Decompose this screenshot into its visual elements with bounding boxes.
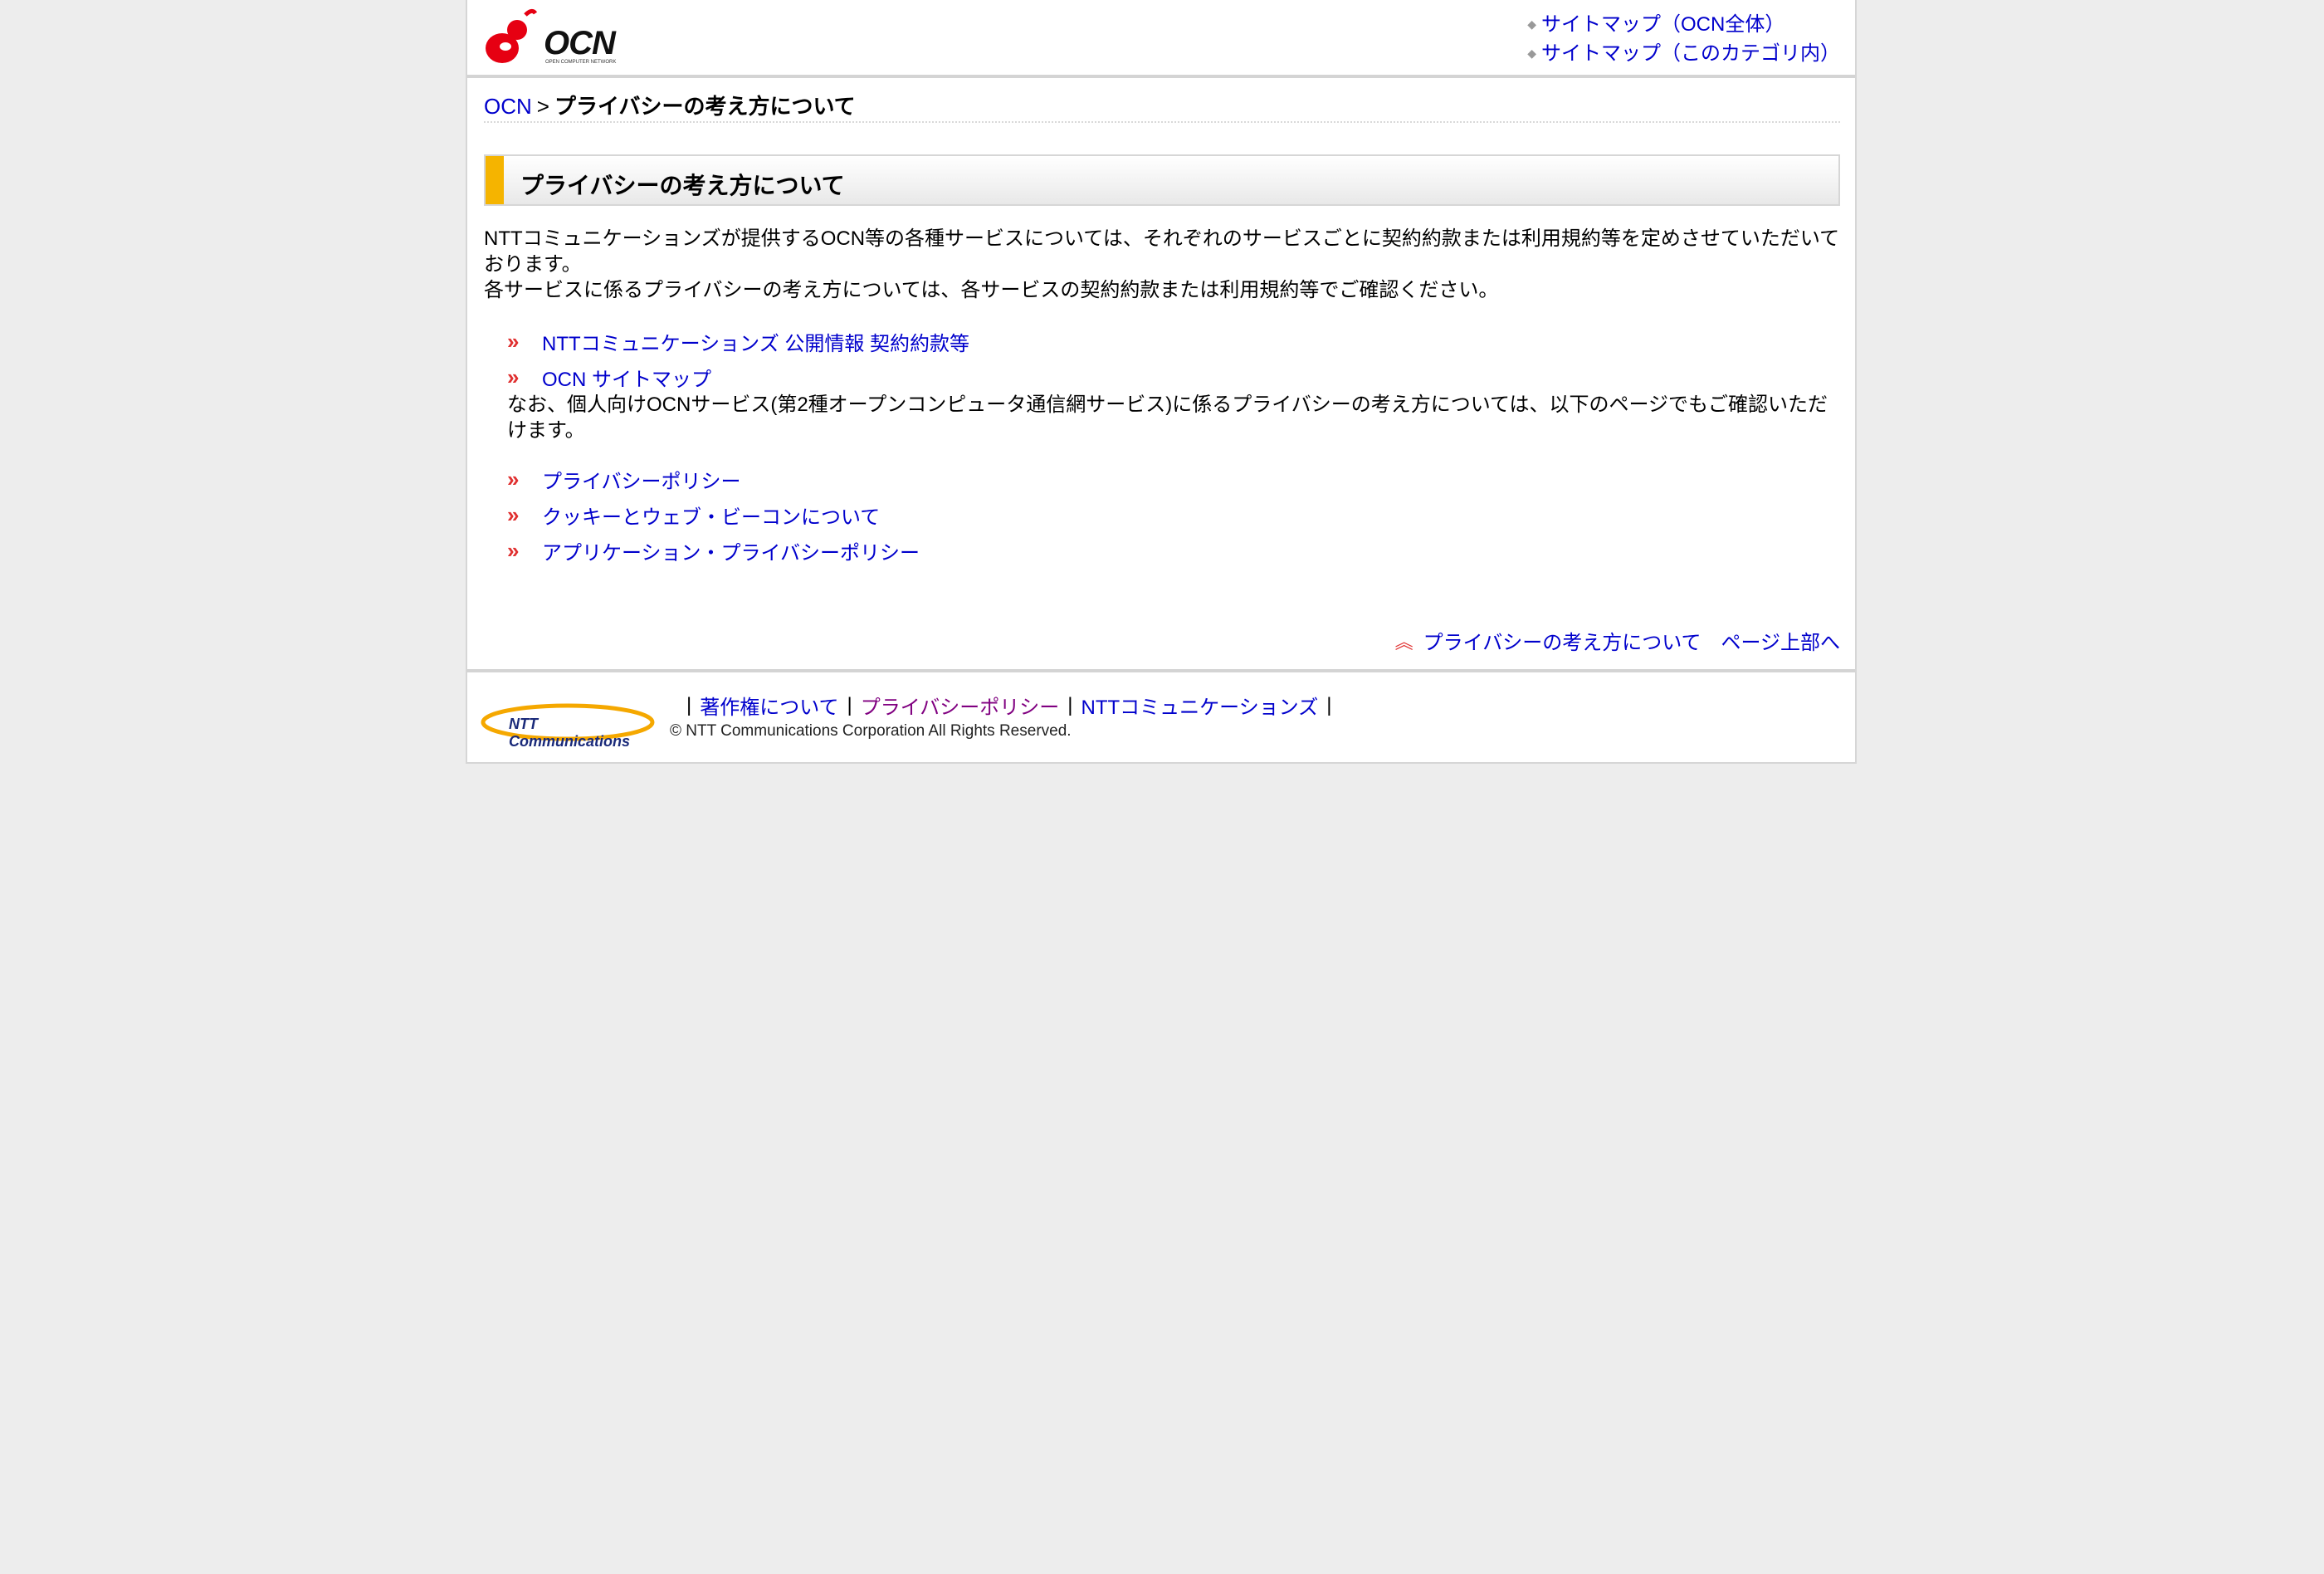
page-title-box: プライバシーの考え方について	[484, 154, 1840, 206]
sitemap-all-link[interactable]: サイトマップ（OCN全体）	[1541, 10, 1784, 39]
logo-subtext: OPEN COMPUTER NETWORK	[545, 60, 617, 65]
ntt-logo-text: NTT Communications	[509, 716, 631, 750]
ntt-communications-logo[interactable]: NTT Communications	[481, 701, 655, 750]
sitemap-category-link[interactable]: サイトマップ（このカテゴリ内）	[1541, 39, 1840, 68]
intro-line-2: 各サービスに係るプライバシーの考え方については、各サービスの契約約款または利用規…	[484, 279, 1499, 301]
diamond-bullet-icon: ◆	[1527, 46, 1536, 60]
app-privacy-policy-link[interactable]: アプリケーション・プライバシーポリシー	[542, 536, 920, 565]
list-item: » OCN サイトマップ	[507, 359, 969, 395]
ocn-sitemap-link[interactable]: OCN サイトマップ	[542, 363, 711, 392]
logo-text: OCN	[544, 25, 616, 61]
title-accent-bar	[486, 156, 504, 204]
copyright-text: © NTT Communications Corporation All Rig…	[670, 722, 1072, 740]
privacy-policy-link[interactable]: プライバシーポリシー	[542, 465, 741, 494]
double-chevron-up-icon: ︽	[1394, 631, 1413, 653]
links-group-2: » プライバシーポリシー » クッキーとウェブ・ビーコンについて » アプリケー…	[507, 462, 920, 569]
ocn-logo[interactable]: OCN OPEN COMPUTER NETWORK	[484, 7, 625, 68]
back-to-top-link[interactable]: プライバシーの考え方について ページ上部へ	[1423, 626, 1840, 655]
list-item: » プライバシーポリシー	[507, 462, 920, 497]
footer-separator: |	[1326, 693, 1332, 716]
list-item: » アプリケーション・プライバシーポリシー	[507, 533, 920, 569]
footer-separator: |	[1067, 693, 1073, 716]
sitemap-all-row: ◆ サイトマップ（OCN全体）	[1527, 10, 1840, 39]
intro-text: NTTコミュニケーションズが提供するOCN等の各種サービスについては、それぞれの…	[484, 226, 1845, 303]
copyright-link[interactable]: 著作権について	[700, 691, 838, 720]
breadcrumb: OCN > プライバシーの考え方について	[484, 90, 1840, 123]
sitemap-links: ◆ サイトマップ（OCN全体） ◆ サイトマップ（このカテゴリ内）	[1527, 10, 1840, 68]
breadcrumb-current: プライバシーの考え方について	[554, 94, 856, 119]
ntt-communications-link[interactable]: NTTコミュニケーションズ	[1081, 691, 1319, 720]
page-title: プライバシーの考え方について	[520, 173, 845, 198]
double-chevron-right-icon: »	[507, 467, 519, 491]
page-frame: OCN OPEN COMPUTER NETWORK ◆ サイトマップ（OCN全体…	[466, 0, 1857, 764]
list-item: » クッキーとウェブ・ビーコンについて	[507, 497, 920, 533]
ocn-logo-mark-icon	[486, 8, 538, 63]
double-chevron-right-icon: »	[507, 538, 519, 563]
footer-separator: |	[847, 693, 852, 716]
header: OCN OPEN COMPUTER NETWORK ◆ サイトマップ（OCN全体…	[467, 0, 1855, 78]
footer-privacy-policy-link[interactable]: プライバシーポリシー	[861, 691, 1060, 720]
diamond-bullet-icon: ◆	[1527, 17, 1536, 31]
note-text: なお、個人向けOCNサービス(第2種オープンコンピュータ通信網サービス)に係るプ…	[507, 394, 1828, 442]
footer-separator: |	[686, 693, 692, 716]
cookie-beacon-link[interactable]: クッキーとウェブ・ビーコンについて	[542, 501, 880, 530]
back-to-top: ︽ プライバシーの考え方について ページ上部へ	[1395, 626, 1840, 655]
double-chevron-right-icon: »	[507, 502, 519, 527]
contract-terms-link[interactable]: NTTコミュニケーションズ 公開情報 契約約款等	[542, 327, 969, 356]
footer: NTT Communications | 著作権について | プライバシーポリシ…	[467, 669, 1855, 765]
footer-links: | 著作権について | プライバシーポリシー | NTTコミュニケーションズ |	[678, 691, 1340, 720]
sitemap-category-row: ◆ サイトマップ（このカテゴリ内）	[1527, 39, 1840, 68]
intro-line-1: NTTコミュニケーションズが提供するOCN等の各種サービスについては、それぞれの…	[484, 227, 1840, 276]
breadcrumb-separator: >	[536, 94, 549, 119]
breadcrumb-home-link[interactable]: OCN	[484, 94, 532, 119]
double-chevron-right-icon: »	[507, 364, 519, 389]
list-item: » NTTコミュニケーションズ 公開情報 契約約款等	[507, 324, 969, 359]
links-group-1: » NTTコミュニケーションズ 公開情報 契約約款等 » OCN サイトマップ	[507, 324, 969, 395]
double-chevron-right-icon: »	[507, 329, 519, 354]
